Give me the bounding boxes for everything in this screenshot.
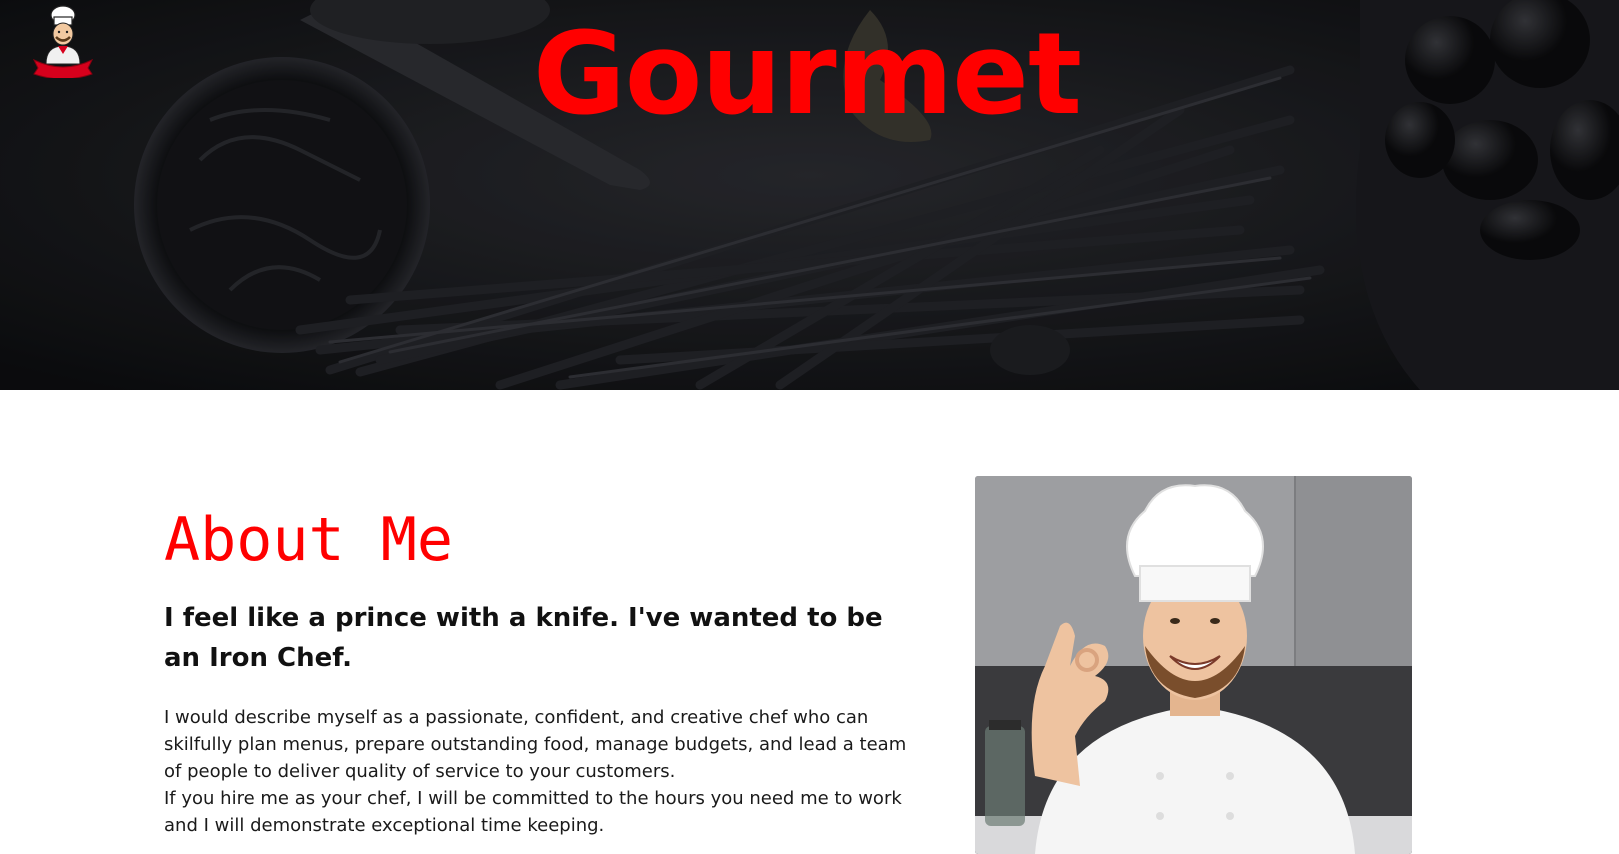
about-paragraph: I would describe myself as a passionate,…	[164, 707, 907, 782]
chef-logo[interactable]	[30, 4, 96, 80]
about-description: I would describe myself as a passionate,…	[164, 704, 924, 839]
about-section: About Me I feel like a prince with a kni…	[0, 390, 1619, 854]
chef-photo	[975, 476, 1412, 854]
about-subtitle: I feel like a prince with a knife. I've …	[164, 603, 883, 673]
chef-mascot-logo-icon	[32, 5, 94, 80]
about-title: About Me	[164, 505, 453, 575]
smiling-chef-ok-gesture-photo	[975, 476, 1412, 854]
site-title: Gourmet	[533, 8, 1082, 140]
about-paragraph: If you hire me as your chef, I will be c…	[164, 788, 902, 836]
hero-banner: Gourmet	[0, 0, 1619, 390]
